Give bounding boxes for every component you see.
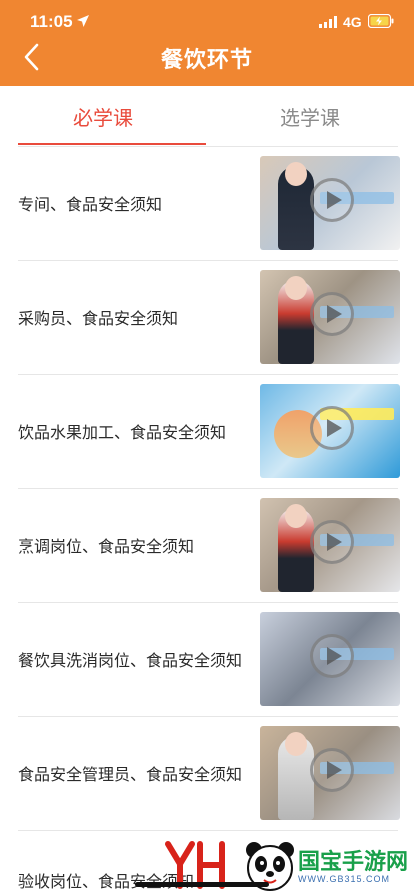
battery-charging-icon xyxy=(368,14,394,28)
course-title: 食品安全管理员、食品安全须知 xyxy=(18,767,243,784)
location-arrow-icon xyxy=(77,15,89,27)
network-type: 4G xyxy=(343,14,362,30)
thumbnail-figure-head xyxy=(285,504,307,528)
course-title: 餐饮具洗消岗位、食品安全须知 xyxy=(18,653,243,670)
site-watermark: 国宝手游网 WWW.GB315.COM xyxy=(160,836,414,896)
status-time: 11:05 xyxy=(30,12,73,31)
course-thumbnail[interactable] xyxy=(260,612,400,706)
home-indicator[interactable] xyxy=(135,882,269,887)
course-row[interactable]: 烹调岗位、食品安全须知 xyxy=(18,488,400,602)
course-row[interactable]: 餐饮具洗消岗位、食品安全须知 xyxy=(18,602,400,716)
course-row[interactable]: 专间、食品安全须知 xyxy=(18,146,400,260)
course-thumbnail[interactable] xyxy=(260,726,400,820)
course-title: 专间、食品安全须知 xyxy=(18,197,163,214)
play-icon[interactable] xyxy=(310,748,354,792)
thumbnail-figure-head xyxy=(285,162,307,186)
course-row[interactable]: 食品安全管理员、食品安全须知 xyxy=(18,716,400,830)
thumbnail-figure-head xyxy=(285,732,307,756)
play-icon[interactable] xyxy=(310,292,354,336)
yh-logo-icon xyxy=(165,841,225,889)
tab-required[interactable]: 必学课 xyxy=(8,86,198,146)
play-icon[interactable] xyxy=(310,406,354,450)
course-thumbnail[interactable] xyxy=(260,156,400,250)
course-thumbnail[interactable] xyxy=(260,384,400,478)
play-icon[interactable] xyxy=(310,634,354,678)
thumbnail-figure-head xyxy=(285,276,307,300)
app-header: 11:05 4G 餐饮环节 xyxy=(0,0,414,86)
play-icon[interactable] xyxy=(310,178,354,222)
play-icon[interactable] xyxy=(310,520,354,564)
course-row[interactable]: 饮品水果加工、食品安全须知 xyxy=(18,374,400,488)
course-thumbnail[interactable] xyxy=(260,498,400,592)
course-thumbnail[interactable] xyxy=(260,270,400,364)
course-row[interactable]: 采购员、食品安全须知 xyxy=(18,260,400,374)
watermark-site-name: 国宝手游网 xyxy=(298,849,409,874)
tab-elective[interactable]: 选学课 xyxy=(215,86,405,146)
course-tabs: 必学课 选学课 xyxy=(0,86,414,146)
status-bar: 11:05 4G xyxy=(0,0,414,44)
course-title: 饮品水果加工、食品安全须知 xyxy=(18,425,227,442)
cellular-signal-icon xyxy=(319,16,337,28)
active-tab-indicator xyxy=(18,143,206,145)
course-title: 烹调岗位、食品安全须知 xyxy=(18,539,195,556)
watermark-url: WWW.GB315.COM xyxy=(298,874,391,884)
page-title: 餐饮环节 xyxy=(160,47,253,72)
course-title: 采购员、食品安全须知 xyxy=(18,311,179,328)
